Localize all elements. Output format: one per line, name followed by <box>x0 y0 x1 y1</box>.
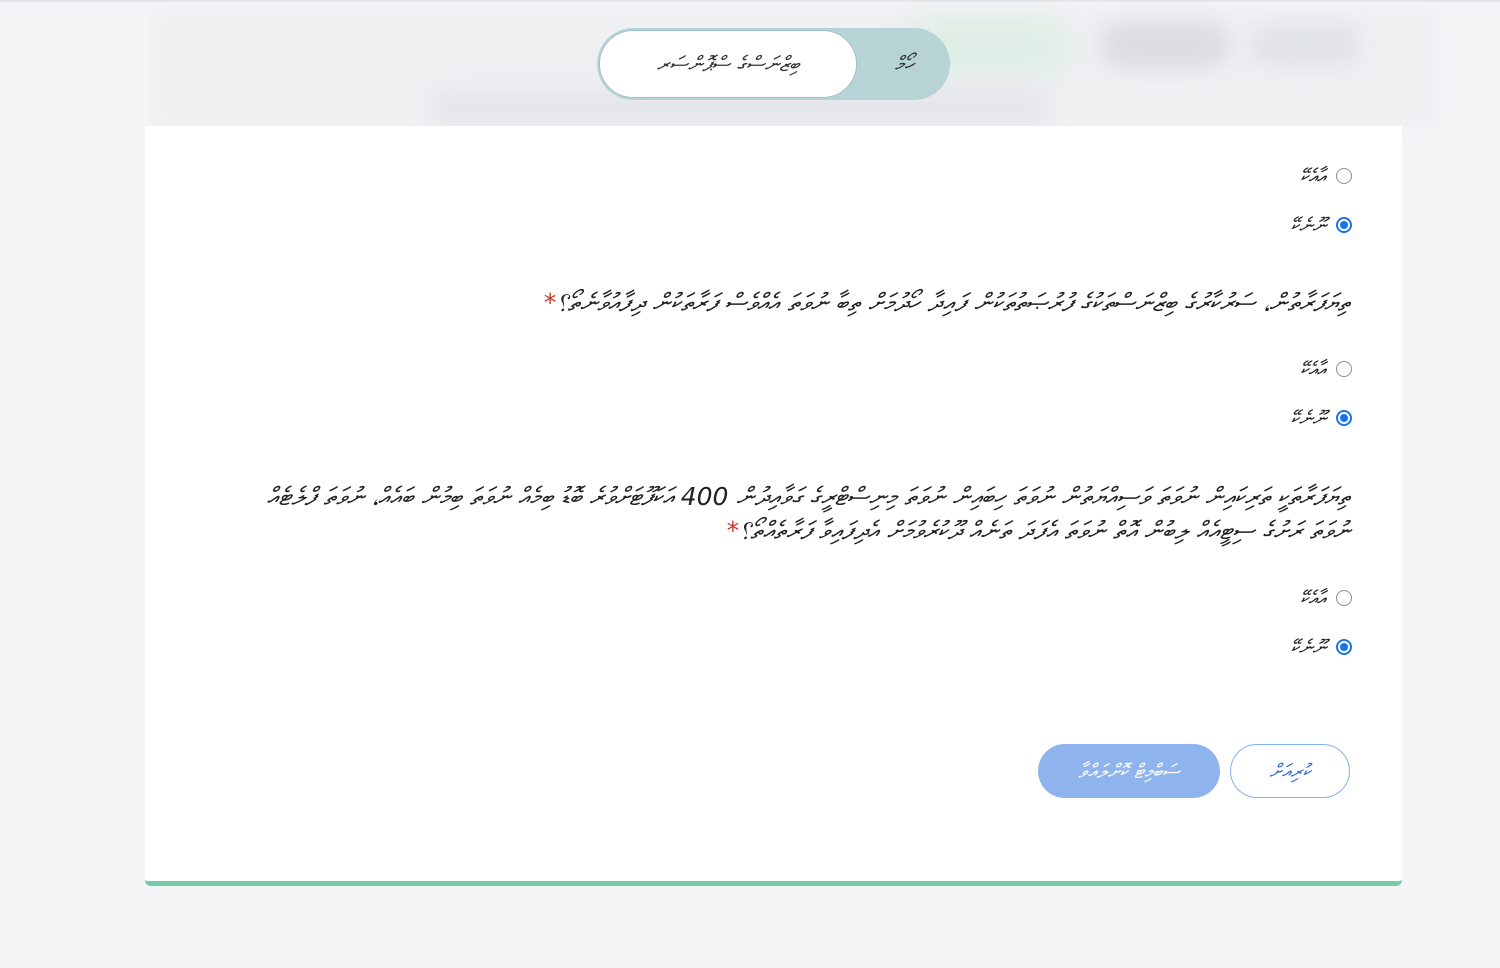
option-label: ނޫނެކޭ <box>1290 213 1326 237</box>
back-button[interactable]: ކުރިއަށް <box>1230 744 1350 798</box>
option-yes-q3[interactable]: އާއެކޭ <box>1300 586 1352 610</box>
tab-business-sponsor[interactable]: ބިޒްނަސްގެ ސްޕޮންސަރ <box>599 30 857 98</box>
required-marker: * <box>543 288 557 317</box>
option-label: އާއެކޭ <box>1299 586 1326 610</box>
option-yes-q2[interactable]: އާއެކޭ <box>1300 357 1352 381</box>
form-card: އާއެކޭ ނޫނެކޭ ތިޔަފަރާތުން، ސަރުކާރުގެ ބ… <box>145 126 1402 886</box>
page: ބިޒްނަސްގެ ސްޕޮންސަރ ހޯމް އާއެކޭ ނޫނެކޭ … <box>0 0 1500 968</box>
option-yes-q1[interactable]: އާއެކޭ <box>1300 164 1352 188</box>
radio-yes-q3[interactable] <box>1336 590 1352 606</box>
radio-yes-q1[interactable] <box>1336 168 1352 184</box>
tab-home[interactable]: ހޯމް <box>858 28 950 100</box>
radio-yes-q2[interactable] <box>1336 361 1352 377</box>
blurred-nav-item <box>1100 22 1230 68</box>
question-2: ތިޔަފަރާތުން، ސަރުކާރުގެ ބިޒްނަސްތަކުގެ … <box>240 286 1350 320</box>
tab-switcher: ބިޒްނަސްގެ ސްޕޮންސަރ ހޯމް <box>597 28 950 100</box>
option-label: އާއެކޭ <box>1299 357 1326 381</box>
option-no-q2[interactable]: ނޫނެކޭ <box>1291 406 1352 430</box>
question-text: ތިޔަފަރާތުން، ސަރުކާރުގެ ބިޒްނަސްތަކުގެ … <box>556 288 1350 317</box>
option-no-q1[interactable]: ނޫނެކޭ <box>1291 213 1352 237</box>
required-marker: * <box>726 516 740 545</box>
option-label: ނޫނެކޭ <box>1290 406 1326 430</box>
radio-no-q3[interactable] <box>1336 639 1352 655</box>
question-text: ތިޔަފަރާތަކީ ތަރިކައިން ނުވަތަ ވަސިއްޔަތ… <box>266 482 1350 545</box>
question-3: ތިޔަފަރާތަކީ ތަރިކައިން ނުވަތަ ވަސިއްޔަތ… <box>240 480 1350 548</box>
top-divider <box>0 0 1500 2</box>
option-label: ނޫނެކޭ <box>1290 635 1326 659</box>
option-label: އާއެކޭ <box>1299 164 1326 188</box>
blurred-nav-item <box>1250 24 1360 66</box>
submit-button[interactable]: ސަބްމިޓް ކޮށްލައްވާ <box>1038 744 1220 798</box>
radio-no-q1[interactable] <box>1336 217 1352 233</box>
option-no-q3[interactable]: ނޫނެކޭ <box>1291 635 1352 659</box>
radio-no-q2[interactable] <box>1336 410 1352 426</box>
